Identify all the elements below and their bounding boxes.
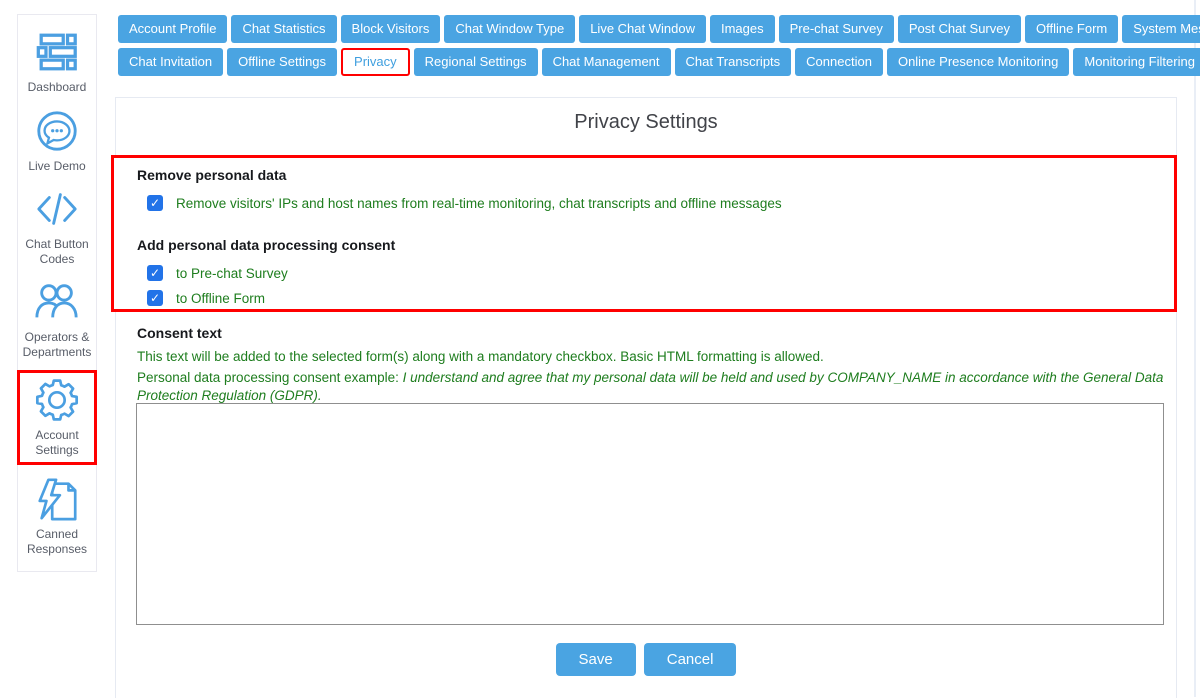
sidebar-item-label: Dashboard [20,80,94,95]
checkbox-label[interactable]: to Offline Form [176,291,265,306]
sidebar-item-account-settings[interactable]: Account Settings [17,370,97,465]
code-icon [34,186,80,232]
tab-live-chat-window[interactable]: Live Chat Window [579,15,706,43]
remove-personal-data-checkbox[interactable] [147,195,163,211]
sidebar-item-chat-button-codes[interactable]: Chat Button Codes [18,184,96,269]
tab-online-presence-monitoring[interactable]: Online Presence Monitoring [887,48,1069,76]
sidebar-item-label: Canned Responses [20,527,94,557]
tab-system-messages[interactable]: System Messages [1122,15,1200,43]
consent-row-to-pre-chat-survey[interactable]: to Pre-chat Survey [147,265,1174,281]
sidebar-item-label: Chat Button Codes [20,237,94,267]
consent-text-description: This text will be added to the selected … [137,348,1167,366]
tab-images[interactable]: Images [710,15,775,43]
tab-chat-window-type[interactable]: Chat Window Type [444,15,575,43]
tab-monitoring-filtering[interactable]: Monitoring Filtering [1073,48,1200,76]
dashboard-icon [34,29,80,75]
tabs-row-1: Account ProfileChat StatisticsBlock Visi… [118,15,1200,43]
gear-icon [34,377,80,423]
sidebar-item-canned-responses[interactable]: Canned Responses [18,474,96,559]
sidebar-item-label: Operators & Departments [20,330,94,360]
tab-regional-settings[interactable]: Regional Settings [414,48,538,76]
sidebar: Dashboard Live Demo Chat Button Codes Op… [17,14,97,572]
tab-chat-management[interactable]: Chat Management [542,48,671,76]
tab-chat-transcripts[interactable]: Chat Transcripts [675,48,792,76]
cancel-button[interactable]: Cancel [644,643,737,676]
sidebar-item-live-demo[interactable]: Live Demo [18,106,96,176]
tab-chat-invitation[interactable]: Chat Invitation [118,48,223,76]
consent-text-heading: Consent text [137,325,1167,341]
form-actions: Save Cancel [115,643,1177,676]
page-right-border [1194,0,1196,697]
sidebar-item-label: Account Settings [20,428,94,458]
tab-chat-statistics[interactable]: Chat Statistics [231,15,336,43]
tab-post-chat-survey[interactable]: Post Chat Survey [898,15,1021,43]
consent-text-input[interactable] [136,403,1164,625]
tabs-row-2: Chat InvitationOffline SettingsPrivacyRe… [118,48,1200,76]
consent-text-example: Personal data processing consent example… [137,369,1167,405]
checkbox-label[interactable]: to Pre-chat Survey [176,266,288,281]
consent-row-to-offline-form[interactable]: to Offline Form [147,290,1174,306]
users-icon [34,279,80,325]
tab-offline-settings[interactable]: Offline Settings [227,48,337,76]
checkbox-to-offline-form[interactable] [147,290,163,306]
checkbox-to-pre-chat-survey[interactable] [147,265,163,281]
privacy-options-highlight-box: Remove personal data Remove visitors' IP… [111,155,1177,312]
remove-personal-data-row[interactable]: Remove visitors' IPs and host names from… [147,195,1174,211]
consent-text-section: Consent text This text will be added to … [137,325,1167,406]
sidebar-item-label: Live Demo [20,159,94,174]
tab-privacy[interactable]: Privacy [341,48,410,76]
sidebar-item-operators-departments[interactable]: Operators & Departments [18,277,96,362]
tab-connection[interactable]: Connection [795,48,883,76]
add-consent-heading: Add personal data processing consent [137,237,1174,253]
tab-pre-chat-survey[interactable]: Pre-chat Survey [779,15,894,43]
chat-bubble-icon [34,108,80,154]
consent-checkbox-list: to Pre-chat Survey to Offline Form [137,265,1174,306]
remove-personal-data-heading: Remove personal data [137,167,1174,183]
tab-block-visitors[interactable]: Block Visitors [341,15,441,43]
sidebar-item-dashboard[interactable]: Dashboard [18,27,96,97]
tab-offline-form[interactable]: Offline Form [1025,15,1118,43]
save-button[interactable]: Save [556,643,636,676]
page-title: Privacy Settings [116,111,1176,134]
tab-account-profile[interactable]: Account Profile [118,15,227,43]
remove-personal-data-label[interactable]: Remove visitors' IPs and host names from… [176,196,782,211]
consent-example-prefix: Personal data processing consent example… [137,370,403,385]
canned-response-icon [34,476,80,522]
